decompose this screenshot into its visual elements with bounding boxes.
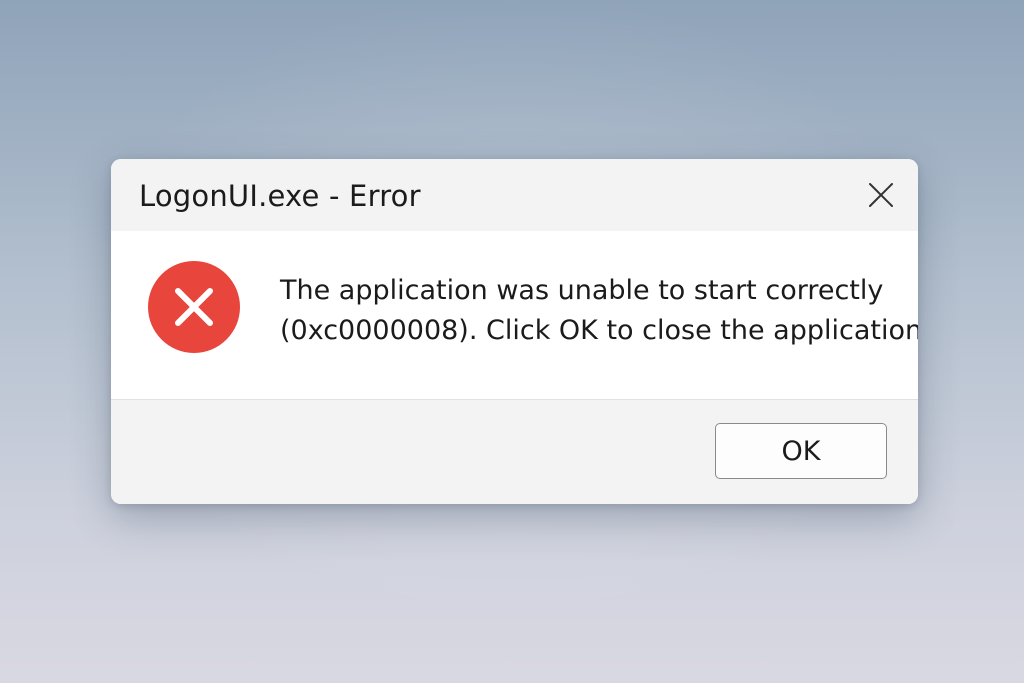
dialog-content: The application was unable to start corr… — [111, 231, 918, 399]
dialog-title-bar: LogonUI.exe - Error — [111, 159, 918, 231]
error-dialog: LogonUI.exe - Error The application was … — [111, 159, 918, 504]
error-message-line2: (0xc0000008). Click OK to close the appl… — [280, 315, 918, 346]
close-icon — [869, 183, 893, 207]
ok-button[interactable]: OK — [715, 423, 887, 479]
error-message: The application was unable to start corr… — [280, 271, 918, 351]
error-message-line1: The application was unable to start corr… — [280, 275, 884, 306]
error-icon — [148, 261, 240, 353]
dialog-footer: OK — [111, 399, 918, 504]
close-button[interactable] — [859, 175, 903, 215]
dialog-title: LogonUI.exe - Error — [139, 179, 421, 213]
